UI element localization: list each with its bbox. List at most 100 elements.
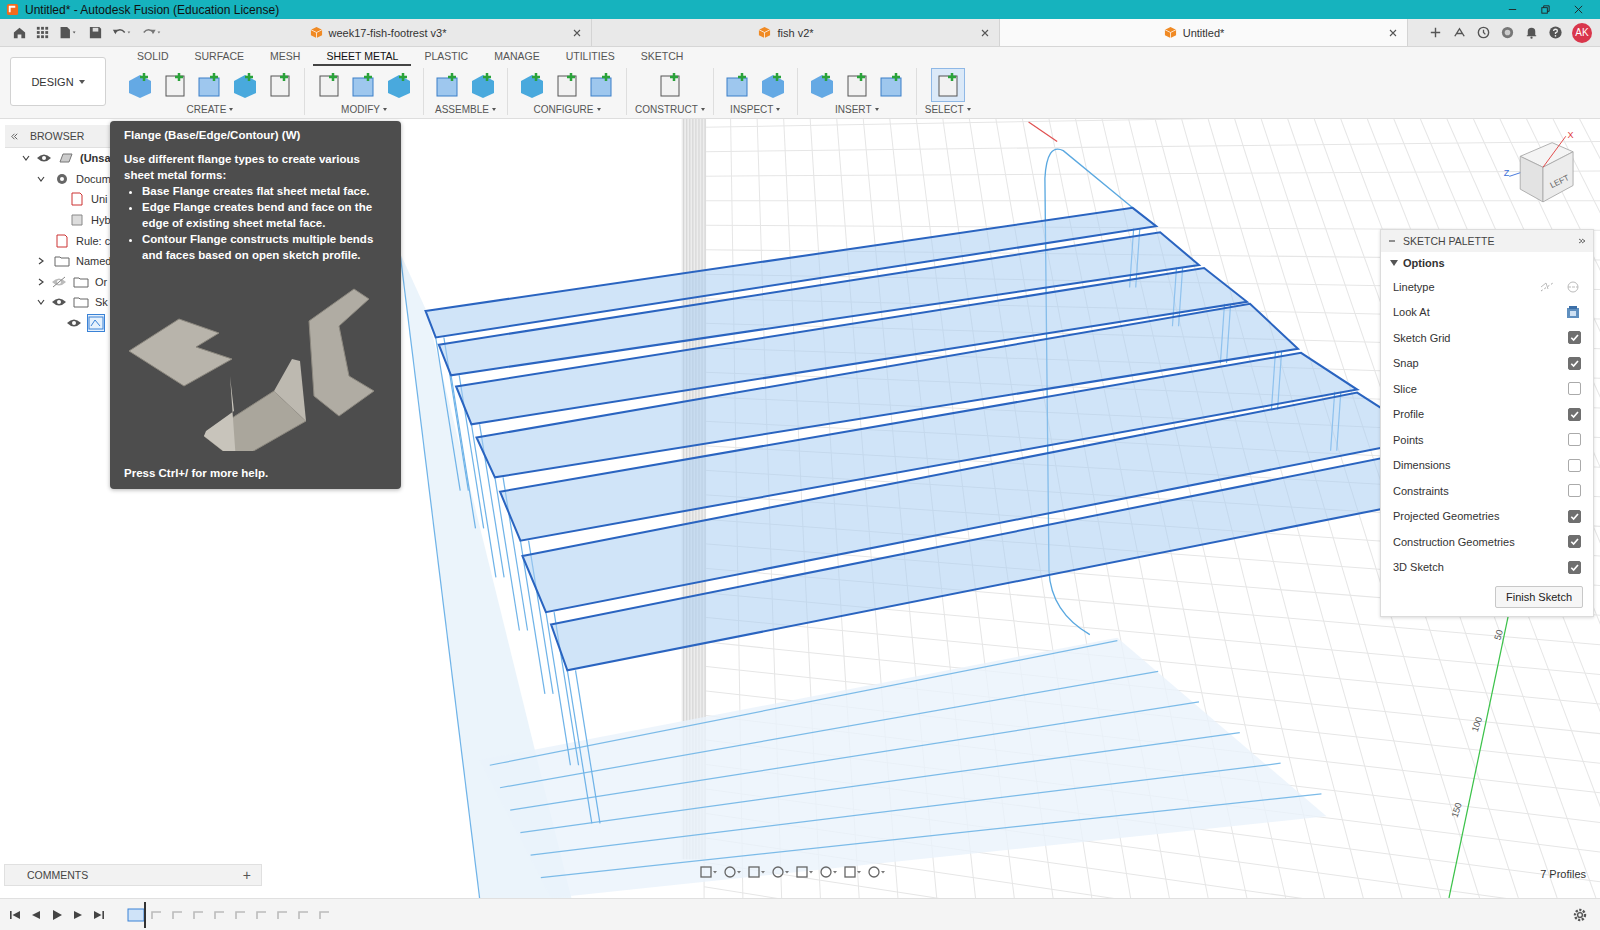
restore-icon[interactable] xyxy=(1540,4,1551,15)
timeline-feature-icon[interactable] xyxy=(211,906,229,924)
timeline-feature-icon[interactable] xyxy=(253,906,271,924)
step-forward-icon[interactable] xyxy=(71,908,85,922)
ribbon-tab[interactable]: SURFACE xyxy=(182,50,258,66)
user-avatar[interactable]: AK xyxy=(1572,23,1592,43)
job-status-icon[interactable] xyxy=(1476,25,1491,40)
timeline-feature-icon[interactable] xyxy=(127,906,145,924)
navigation-tool-icon[interactable] xyxy=(794,864,814,880)
timeline-marker[interactable] xyxy=(144,902,146,928)
visibility-eye-icon[interactable] xyxy=(66,317,82,329)
close-tab-icon[interactable] xyxy=(980,28,990,38)
tool-group-label[interactable]: INSPECT xyxy=(730,104,780,115)
navigation-tool-icon[interactable] xyxy=(818,864,838,880)
navigation-tool-icon[interactable] xyxy=(698,864,718,880)
gear-icon[interactable] xyxy=(1572,907,1588,923)
timeline-feature-icon[interactable] xyxy=(274,906,292,924)
expand-triangle-icon[interactable] xyxy=(1390,260,1398,266)
option-checkbox[interactable] xyxy=(1568,484,1581,497)
tool-icon[interactable] xyxy=(159,69,191,101)
chevron-icon[interactable] xyxy=(36,277,46,287)
go-to-start-icon[interactable] xyxy=(8,908,22,922)
chevron-icon[interactable] xyxy=(36,256,46,266)
visibility-eye-icon[interactable] xyxy=(51,276,67,288)
tool-icon[interactable] xyxy=(654,69,686,101)
tool-icon[interactable] xyxy=(467,69,499,101)
ribbon-tab[interactable]: MANAGE xyxy=(481,50,553,66)
option-checkbox[interactable] xyxy=(1568,331,1581,344)
workspace-dropdown[interactable]: DESIGN xyxy=(10,57,106,106)
options-section[interactable]: Options xyxy=(1381,252,1593,274)
tool-icon[interactable] xyxy=(383,69,415,101)
tool-icon[interactable] xyxy=(551,69,583,101)
option-checkbox[interactable] xyxy=(1568,459,1581,472)
finish-sketch-button[interactable]: Finish Sketch xyxy=(1495,586,1583,608)
view-cube[interactable]: LEFTXZ xyxy=(1502,129,1584,211)
navigation-tool-icon[interactable] xyxy=(722,864,742,880)
visibility-eye-icon[interactable] xyxy=(51,296,67,308)
home-icon[interactable] xyxy=(12,25,27,40)
ribbon-tab[interactable]: MESH xyxy=(257,50,313,66)
timeline-feature-icon[interactable] xyxy=(316,906,334,924)
tool-icon[interactable] xyxy=(841,69,873,101)
tool-icon[interactable] xyxy=(194,69,226,101)
collapse-icon[interactable] xyxy=(1387,236,1397,246)
tool-icon[interactable] xyxy=(124,69,156,101)
add-comment-button[interactable]: + xyxy=(243,867,251,883)
document-tab[interactable]: Untitled* xyxy=(1000,19,1408,46)
minimize-icon[interactable] xyxy=(1507,4,1518,15)
centerline-linetype-icon[interactable] xyxy=(1565,279,1581,295)
timeline-feature-icon[interactable] xyxy=(169,906,187,924)
data-panel-icon[interactable] xyxy=(35,25,50,40)
navigation-tool-icon[interactable] xyxy=(746,864,766,880)
option-checkbox[interactable] xyxy=(1568,382,1581,395)
tool-icon[interactable] xyxy=(264,69,296,101)
timeline-feature-icon[interactable] xyxy=(148,906,166,924)
save-icon[interactable] xyxy=(88,25,103,40)
step-back-icon[interactable] xyxy=(29,908,43,922)
tool-icon[interactable] xyxy=(876,69,908,101)
ribbon-tab[interactable]: SOLID xyxy=(124,50,182,66)
extensions-icon[interactable] xyxy=(1452,25,1467,40)
cube-face-label[interactable]: LEFT xyxy=(1549,173,1571,190)
tool-group-label[interactable]: SELECT xyxy=(925,104,971,115)
navigation-tool-icon[interactable] xyxy=(770,864,790,880)
timeline-feature-icon[interactable] xyxy=(295,906,313,924)
chevron-icon[interactable] xyxy=(36,297,46,307)
tool-icon[interactable] xyxy=(229,69,261,101)
tool-group-label[interactable]: MODIFY xyxy=(341,104,387,115)
tool-icon[interactable] xyxy=(806,69,838,101)
chevron-icon[interactable] xyxy=(36,174,46,184)
navigation-tool-icon[interactable] xyxy=(842,864,862,880)
go-to-end-icon[interactable] xyxy=(92,908,106,922)
chevron-icon[interactable] xyxy=(21,153,31,163)
tool-icon[interactable] xyxy=(516,69,548,101)
tool-group-label[interactable]: ASSEMBLE xyxy=(435,104,496,115)
help-icon[interactable] xyxy=(1548,25,1563,40)
tool-icon[interactable] xyxy=(932,69,964,101)
option-checkbox[interactable] xyxy=(1568,433,1581,446)
option-checkbox[interactable] xyxy=(1568,561,1581,574)
tool-group-label[interactable]: CREATE xyxy=(187,104,234,115)
online-status-icon[interactable] xyxy=(1500,25,1515,40)
close-tab-icon[interactable] xyxy=(572,28,582,38)
undo-icon[interactable] xyxy=(111,25,133,40)
option-checkbox[interactable] xyxy=(1568,535,1581,548)
file-menu-icon[interactable] xyxy=(58,25,80,40)
document-tab[interactable]: fish v2* xyxy=(592,19,1000,46)
close-tab-icon[interactable] xyxy=(1388,28,1398,38)
document-tab[interactable]: week17-fish-footrest v3* xyxy=(184,19,592,46)
option-checkbox[interactable] xyxy=(1568,408,1581,421)
tool-icon[interactable] xyxy=(313,69,345,101)
ribbon-tab[interactable]: SKETCH xyxy=(628,50,697,66)
timeline-feature-icon[interactable] xyxy=(232,906,250,924)
tool-icon[interactable] xyxy=(757,69,789,101)
close-icon[interactable] xyxy=(1573,4,1584,15)
expand-icon[interactable] xyxy=(1577,236,1587,246)
option-checkbox[interactable] xyxy=(1568,357,1581,370)
option-checkbox[interactable] xyxy=(1568,510,1581,523)
ribbon-tab[interactable]: SHEET METAL xyxy=(313,50,411,66)
tool-icon[interactable] xyxy=(348,69,380,101)
tool-icon[interactable] xyxy=(586,69,618,101)
new-tab-icon[interactable] xyxy=(1428,25,1443,40)
timeline-feature-icon[interactable] xyxy=(190,906,208,924)
